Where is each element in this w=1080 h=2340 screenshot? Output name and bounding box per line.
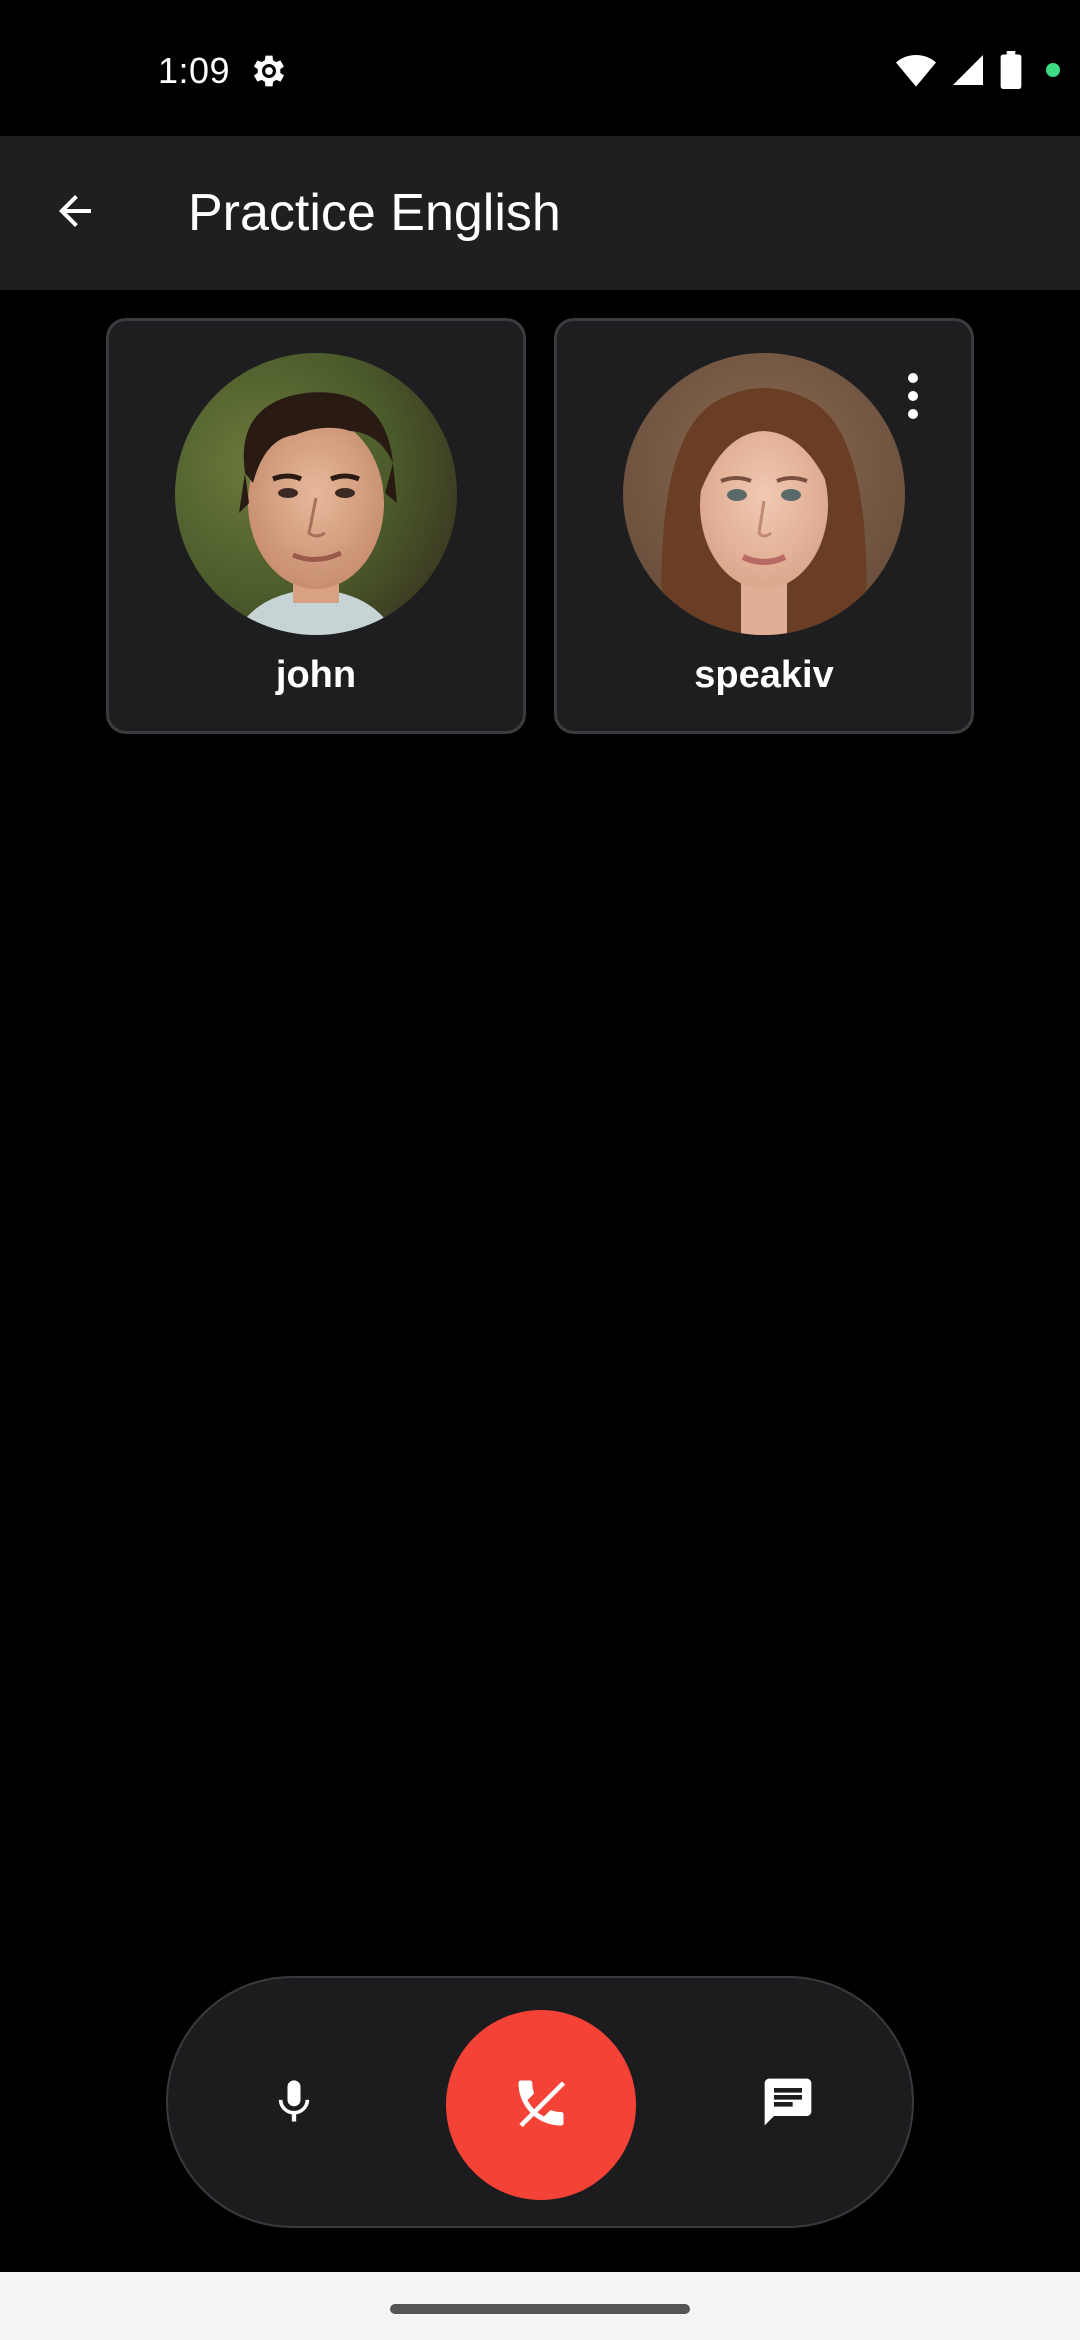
page-title: Practice English [188,184,561,242]
app-bar: Practice English [0,136,1080,290]
avatar [623,353,905,635]
home-gesture-handle[interactable] [390,2304,690,2314]
participant-card-speakiv[interactable]: speakiv [554,318,974,734]
cellular-signal-icon [950,52,986,88]
more-vert-icon[interactable] [901,373,925,419]
arrow-back-icon [51,187,99,240]
chat-message-icon [760,2074,816,2135]
navigation-bar [0,2272,1080,2340]
status-bar: 1:09 [0,0,1080,136]
call-controls [166,1976,914,2228]
chat-button[interactable] [696,2012,880,2196]
back-button[interactable] [30,168,120,258]
settings-gear-icon [248,50,290,92]
call-end-icon [511,2073,571,2138]
participant-name: speakiv [694,654,834,696]
avatar [175,353,457,635]
call-screen: 1:09 Practice English john speakiv [0,0,1080,2340]
privacy-indicator-dot [1046,63,1060,77]
end-call-button[interactable] [446,2010,636,2200]
wifi-icon [896,53,936,87]
status-time: 1:09 [158,50,231,91]
status-icons [896,50,1060,90]
mic-button[interactable] [202,2012,386,2196]
participant-name: john [275,654,357,696]
battery-icon [1000,51,1022,89]
microphone-icon [268,2076,320,2133]
participant-card-john[interactable]: john [106,318,526,734]
